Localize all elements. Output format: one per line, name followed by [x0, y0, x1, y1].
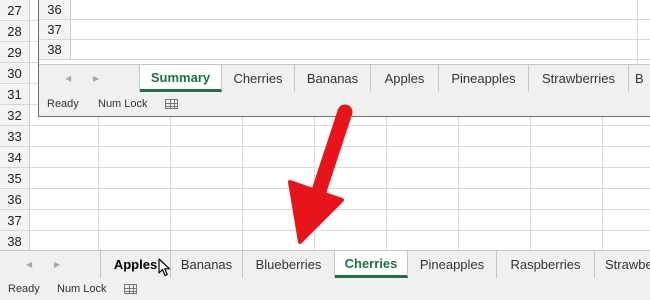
row-header[interactable]: 33 [0, 126, 30, 147]
tab-strawberries[interactable]: Strawbe [595, 251, 650, 278]
gridline [30, 146, 650, 147]
row-header[interactable]: 34 [0, 147, 30, 168]
row-header[interactable]: 32 [0, 105, 30, 126]
gridline [30, 188, 650, 189]
tab-raspberries[interactable]: Raspberries [497, 251, 595, 278]
sheet-icon [124, 284, 137, 294]
tab-pineapples[interactable]: Pineapples [408, 251, 497, 278]
scroll-tabs-left-icon[interactable]: ◀ [65, 74, 71, 83]
row-header[interactable]: 30 [0, 63, 30, 84]
row-header[interactable]: 37 [39, 20, 71, 40]
row-header[interactable]: 35 [0, 168, 30, 189]
row-header[interactable]: 37 [0, 210, 30, 231]
row-header[interactable]: 28 [0, 21, 30, 42]
tab-summary[interactable]: Summary [140, 65, 222, 92]
status-bar: Ready Num Lock [0, 278, 650, 300]
row-header[interactable]: 29 [0, 42, 30, 63]
status-num-lock: Num Lock [98, 98, 148, 110]
tab-b[interactable]: B [629, 65, 650, 92]
status-num-lock: Num Lock [57, 283, 107, 295]
mouse-pointer-icon [158, 258, 171, 277]
status-ready: Ready [47, 98, 79, 110]
gridline [30, 167, 650, 168]
row-header[interactable]: 38 [0, 231, 30, 250]
tab-cherries[interactable]: Cherries [335, 251, 408, 278]
scroll-tabs-right-icon[interactable]: ▶ [93, 74, 99, 83]
sheet-tab-bar: ◀ ▶ Apples Bananas Blueberries Cherries … [0, 250, 650, 278]
tab-apples[interactable]: Apples [371, 65, 439, 92]
gridline [637, 0, 638, 64]
tab-blueberries[interactable]: Blueberries [243, 251, 335, 278]
inset-sheet-tab-bar: ◀ ▶ Summary Cherries Bananas Apples Pine… [39, 64, 650, 92]
row-header[interactable]: 36 [0, 189, 30, 210]
row-header[interactable]: 36 [39, 0, 71, 20]
tab-bananas[interactable]: Bananas [295, 65, 371, 92]
gridline [71, 39, 650, 40]
gridline [30, 125, 650, 126]
scroll-tabs-left-icon[interactable]: ◀ [26, 260, 32, 269]
scroll-tabs-right-icon[interactable]: ▶ [54, 260, 60, 269]
row-header[interactable]: 31 [0, 84, 30, 105]
gridline [71, 19, 650, 20]
gridline [71, 59, 650, 60]
row-header[interactable]: 27 [0, 0, 30, 21]
gridline [30, 209, 650, 210]
gridline [30, 230, 650, 231]
tab-cherries[interactable]: Cherries [222, 65, 295, 92]
inset-screenshot: 36 37 38 ◀ ▶ Summary Cherries Bananas Ap… [38, 0, 650, 117]
tab-strawberries[interactable]: Strawberries [529, 65, 629, 92]
tab-bananas[interactable]: Bananas [171, 251, 243, 278]
inset-status-bar: Ready Num Lock [39, 92, 650, 116]
tab-pineapples[interactable]: Pineapples [439, 65, 529, 92]
status-ready: Ready [8, 283, 40, 295]
sheet-icon [165, 99, 178, 109]
row-header[interactable]: 38 [39, 40, 71, 60]
